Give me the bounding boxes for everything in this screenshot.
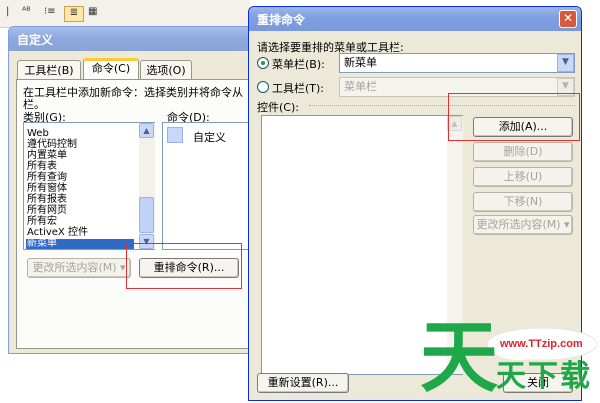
tab-label: 选项(O) [146, 64, 186, 77]
move-down-button[interactable]: 下移(N) [473, 192, 573, 212]
tab-options[interactable]: 选项(O) [140, 60, 192, 80]
tab-commands[interactable]: 命令(C) [83, 58, 139, 80]
list-item[interactable]: 所有表 [27, 162, 57, 172]
delete-button[interactable]: 删除(D) [473, 142, 573, 162]
list-item[interactable]: 所有窗体 [27, 184, 67, 194]
button-label: 更改所选内容(M) ▾ [32, 261, 126, 274]
list-item[interactable]: ActiveX 控件 [27, 228, 88, 238]
details-icon[interactable]: ≣ [64, 6, 84, 22]
highlight-add [448, 93, 580, 141]
reset-button[interactable]: 重新设置(R)... [257, 373, 349, 393]
chevron-down-icon[interactable]: ▼ [557, 54, 574, 72]
list-item[interactable]: 所有报表 [27, 195, 67, 205]
button-label: 删除(D) [503, 145, 543, 158]
watermark-big-char: 天 [420, 313, 499, 403]
modify-selection-button[interactable]: 更改所选内容(M) ▾ [473, 215, 573, 235]
list-item[interactable]: 内置菜单 [27, 151, 67, 161]
watermark-url: www.TTzip.com [500, 338, 583, 350]
button-label: 下移(N) [503, 195, 543, 208]
app-toolbar: | ᴬᴮ ⁝≡ ≣ ▦ [0, 0, 250, 28]
list-item-selected[interactable]: 新菜单 [26, 239, 134, 249]
list-item[interactable]: 所有查询 [27, 173, 67, 183]
instruction-text: 在工具栏中添加新命令：选择类别并将命令从 [23, 86, 243, 99]
list-item[interactable]: Web [27, 129, 49, 139]
close-icon[interactable]: ✕ [559, 10, 577, 28]
toolbar-separator: | [6, 6, 10, 17]
abc-icon[interactable]: ᴬᴮ [22, 6, 31, 22]
rearrange-title: 重排命令 [257, 13, 306, 27]
customize-title: 自定义 [17, 33, 54, 47]
tab-label: 命令(C) [91, 62, 131, 75]
move-up-button[interactable]: 上移(U) [473, 167, 573, 187]
toolbar-label: 工具栏(T): [272, 82, 325, 95]
modify-selection-button[interactable]: 更改所选内容(M) ▾ [27, 258, 131, 278]
list-item[interactable]: 所有宏 [27, 217, 57, 227]
scroll-up-icon[interactable]: ▲ [139, 123, 154, 138]
scroll-thumb[interactable] [139, 197, 154, 233]
grid-icon[interactable]: ▦ [88, 6, 97, 22]
category-list[interactable]: Web 遵代码控制 内置菜单 所有表 所有查询 所有窗体 所有报表 所有网页 所… [23, 122, 155, 250]
button-label: 更改所选内容(M) ▾ [476, 218, 570, 231]
watermark-text: 天下载 [496, 359, 592, 394]
customize-dialog: 自定义 工具栏(B) 命令(C) 选项(O) 在工具栏中添加新命令：选择类别并将… [8, 26, 258, 354]
tab-label: 工具栏(B) [24, 64, 74, 77]
highlight-rearrange [126, 243, 242, 289]
menubar-select[interactable]: 新菜单 ▼ [339, 53, 575, 73]
toolbar-value: 菜单栏 [344, 80, 377, 93]
category-scrollbar[interactable]: ▲ ▼ [139, 123, 155, 249]
list-item[interactable]: 所有网页 [27, 206, 67, 216]
rearrange-titlebar: 重排命令 [249, 7, 581, 31]
controls-label: 控件(C): [257, 101, 299, 114]
command-list[interactable]: 自定义 [162, 122, 256, 250]
list-icon[interactable]: ⁝≡ [44, 6, 56, 22]
list-item[interactable]: 遵代码控制 [27, 140, 77, 150]
commands-panel: 在工具栏中添加新命令：选择类别并将命令从 栏。 类别(G): 命令(D): We… [16, 79, 256, 349]
toolbar-radio[interactable] [257, 81, 269, 93]
menubar-radio[interactable] [257, 57, 269, 69]
command-item[interactable]: 自定义 [193, 129, 226, 145]
customize-titlebar: 自定义 [9, 27, 257, 51]
menubar-label: 菜单栏(B): [272, 58, 325, 71]
button-label: 上移(U) [503, 170, 543, 183]
command-item-icon [167, 127, 183, 143]
button-label: 重新设置(R)... [267, 376, 339, 389]
menubar-value: 新菜单 [344, 56, 377, 69]
tab-toolbars[interactable]: 工具栏(B) [17, 60, 81, 80]
